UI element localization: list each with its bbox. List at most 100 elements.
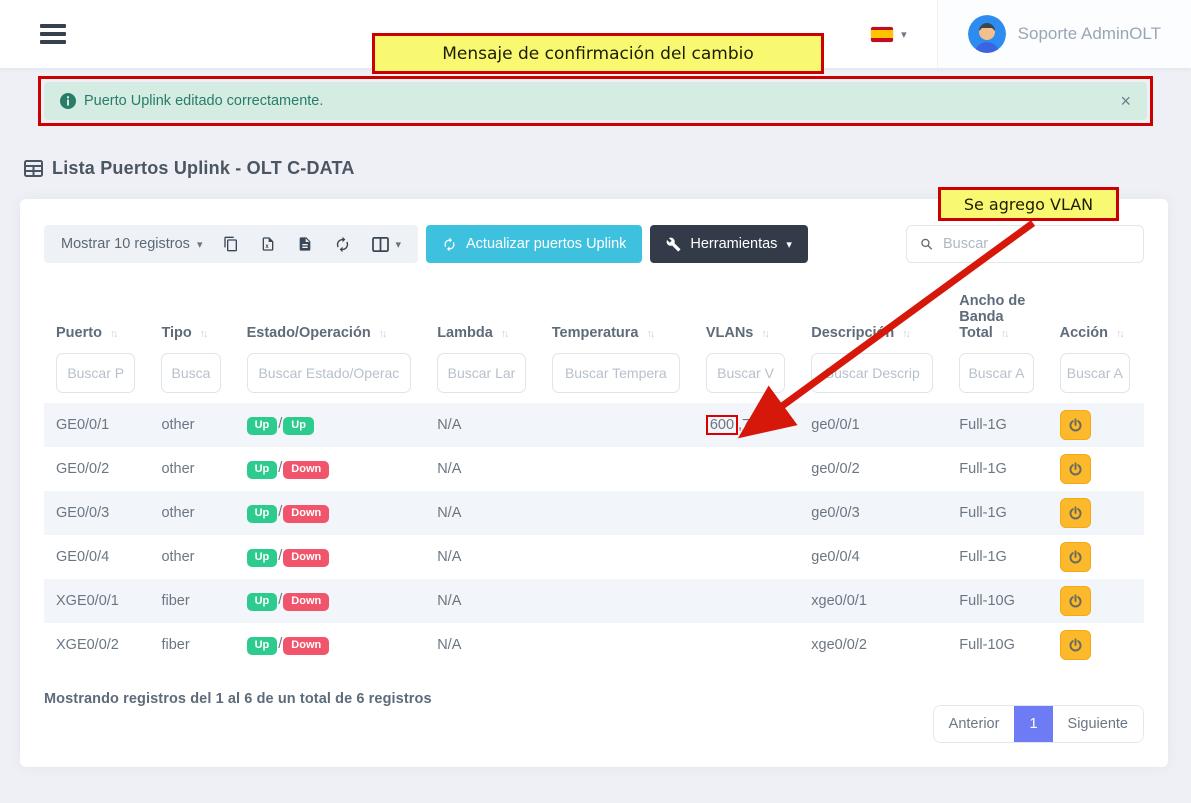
cell-puerto: XGE0/0/1	[44, 579, 149, 623]
power-toggle-button[interactable]	[1060, 410, 1091, 440]
column-visibility-dropdown[interactable]: ▾	[372, 237, 401, 252]
cell-descripcion: xge0/0/2	[799, 623, 947, 667]
export-excel-button[interactable]: x	[260, 236, 276, 252]
column-header-ancho_banda[interactable]: Ancho de Banda Total↑↓	[947, 287, 1047, 353]
filter-input-lambda[interactable]	[437, 353, 526, 393]
cell-tipo: other	[149, 403, 234, 447]
header-row: Puerto↑↓Tipo↑↓Estado/Operación↑↓Lambda↑↓…	[44, 287, 1144, 353]
copy-button[interactable]	[223, 236, 239, 252]
cell-ancho_banda: Full-1G	[947, 403, 1047, 447]
table-footer: Mostrando registros del 1 al 6 de un tot…	[44, 691, 1144, 743]
cell-vlans	[694, 623, 799, 667]
filter-input-puerto[interactable]	[56, 353, 135, 393]
power-icon	[1068, 418, 1083, 433]
page-length-dropdown[interactable]: Mostrar 10 registros ▾	[61, 236, 202, 252]
cell-ancho_banda: Full-10G	[947, 579, 1047, 623]
cell-accion	[1048, 403, 1144, 447]
sort-icon[interactable]: ↑↓	[1116, 328, 1123, 340]
chevron-down-icon: ▾	[786, 238, 792, 251]
sort-icon[interactable]: ↑↓	[110, 328, 117, 340]
pagination-page-1[interactable]: 1	[1014, 706, 1052, 742]
sort-icon[interactable]: ↑↓	[379, 328, 386, 340]
sort-icon[interactable]: ↑↓	[902, 328, 909, 340]
power-icon	[1068, 550, 1083, 565]
power-toggle-button[interactable]	[1060, 542, 1091, 572]
cell-puerto: XGE0/0/2	[44, 623, 149, 667]
cell-temperatura	[540, 623, 694, 667]
page-length-label: Mostrar 10 registros	[61, 236, 190, 252]
power-icon	[1068, 506, 1083, 521]
cell-accion	[1048, 447, 1144, 491]
sort-icon[interactable]: ↑↓	[647, 328, 654, 340]
column-header-temperatura[interactable]: Temperatura↑↓	[540, 287, 694, 353]
columns-icon	[372, 237, 389, 252]
wrench-icon	[666, 237, 681, 252]
column-header-lambda[interactable]: Lambda↑↓	[425, 287, 540, 353]
menu-hamburger-icon[interactable]	[40, 24, 66, 44]
cell-vlans	[694, 447, 799, 491]
power-toggle-button[interactable]	[1060, 586, 1091, 616]
avatar	[968, 15, 1006, 53]
cell-ancho_banda: Full-1G	[947, 535, 1047, 579]
filter-input-accion[interactable]	[1060, 353, 1130, 393]
chevron-down-icon: ▾	[901, 28, 907, 41]
table-head: Puerto↑↓Tipo↑↓Estado/Operación↑↓Lambda↑↓…	[44, 287, 1144, 403]
refresh-button[interactable]	[334, 236, 351, 253]
pagination-prev[interactable]: Anterior	[934, 706, 1015, 742]
filter-input-estado[interactable]	[247, 353, 412, 393]
cell-lambda: N/A	[425, 579, 540, 623]
filter-input-ancho_banda[interactable]	[959, 353, 1033, 393]
svg-text:x: x	[266, 244, 270, 250]
sort-icon[interactable]: ↑↓	[1001, 328, 1008, 340]
cell-temperatura	[540, 403, 694, 447]
page-title-text: Lista Puertos Uplink - OLT C-DATA	[52, 158, 355, 179]
filter-input-vlans[interactable]	[706, 353, 785, 393]
update-button-label: Actualizar puertos Uplink	[466, 236, 626, 252]
filter-input-temperatura[interactable]	[552, 353, 680, 393]
refresh-icon	[442, 237, 457, 252]
cell-accion	[1048, 535, 1144, 579]
sort-icon[interactable]: ↑↓	[501, 328, 508, 340]
cell-tipo: other	[149, 447, 234, 491]
cell-lambda: N/A	[425, 491, 540, 535]
operation-badge: Down	[283, 637, 329, 655]
update-uplink-ports-button[interactable]: Actualizar puertos Uplink	[426, 225, 642, 263]
column-header-estado[interactable]: Estado/Operación↑↓	[235, 287, 426, 353]
tools-dropdown-button[interactable]: Herramientas ▾	[650, 225, 808, 263]
cell-lambda: N/A	[425, 623, 540, 667]
vlan-annotation: Se agrego VLAN	[938, 187, 1119, 221]
search-input[interactable]	[943, 236, 1130, 252]
table-row: XGE0/0/2fiberUp/DownN/Axge0/0/2Full-10G	[44, 623, 1144, 667]
power-toggle-button[interactable]	[1060, 454, 1091, 484]
pagination-next[interactable]: Siguiente	[1053, 706, 1143, 742]
status-badge: Up	[247, 461, 278, 479]
filter-input-tipo[interactable]	[161, 353, 220, 393]
export-file-button[interactable]	[297, 236, 313, 252]
column-header-descripcion[interactable]: Descripción↑↓	[799, 287, 947, 353]
column-header-tipo[interactable]: Tipo↑↓	[149, 287, 234, 353]
column-header-vlans[interactable]: VLANs↑↓	[694, 287, 799, 353]
uplink-table-card: Mostrar 10 registros ▾ x ▾	[20, 199, 1168, 767]
chevron-down-icon: ▾	[197, 238, 203, 251]
power-toggle-button[interactable]	[1060, 498, 1091, 528]
status-badge: Up	[247, 505, 278, 523]
cell-puerto: GE0/0/3	[44, 491, 149, 535]
user-menu[interactable]: Soporte AdminOLT	[937, 0, 1191, 68]
cell-estado: Up/Up	[235, 403, 426, 447]
alert-message: Puerto Uplink editado correctamente.	[84, 93, 323, 109]
cell-estado: Up/Down	[235, 535, 426, 579]
table-row: GE0/0/4otherUp/DownN/Age0/0/4Full-1G	[44, 535, 1144, 579]
power-toggle-button[interactable]	[1060, 630, 1091, 660]
cell-tipo: other	[149, 491, 234, 535]
sort-icon[interactable]: ↑↓	[761, 328, 768, 340]
close-icon[interactable]: ×	[1120, 92, 1131, 110]
filter-input-descripcion[interactable]	[811, 353, 933, 393]
column-header-accion[interactable]: Acción↑↓	[1048, 287, 1144, 353]
column-header-puerto[interactable]: Puerto↑↓	[44, 287, 149, 353]
table-row: XGE0/0/1fiberUp/DownN/Axge0/0/1Full-10G	[44, 579, 1144, 623]
tools-button-label: Herramientas	[690, 236, 777, 252]
sort-icon[interactable]: ↑↓	[200, 328, 207, 340]
language-dropdown[interactable]: ▾	[841, 0, 937, 68]
power-icon	[1068, 638, 1083, 653]
status-badge: Up	[247, 549, 278, 567]
